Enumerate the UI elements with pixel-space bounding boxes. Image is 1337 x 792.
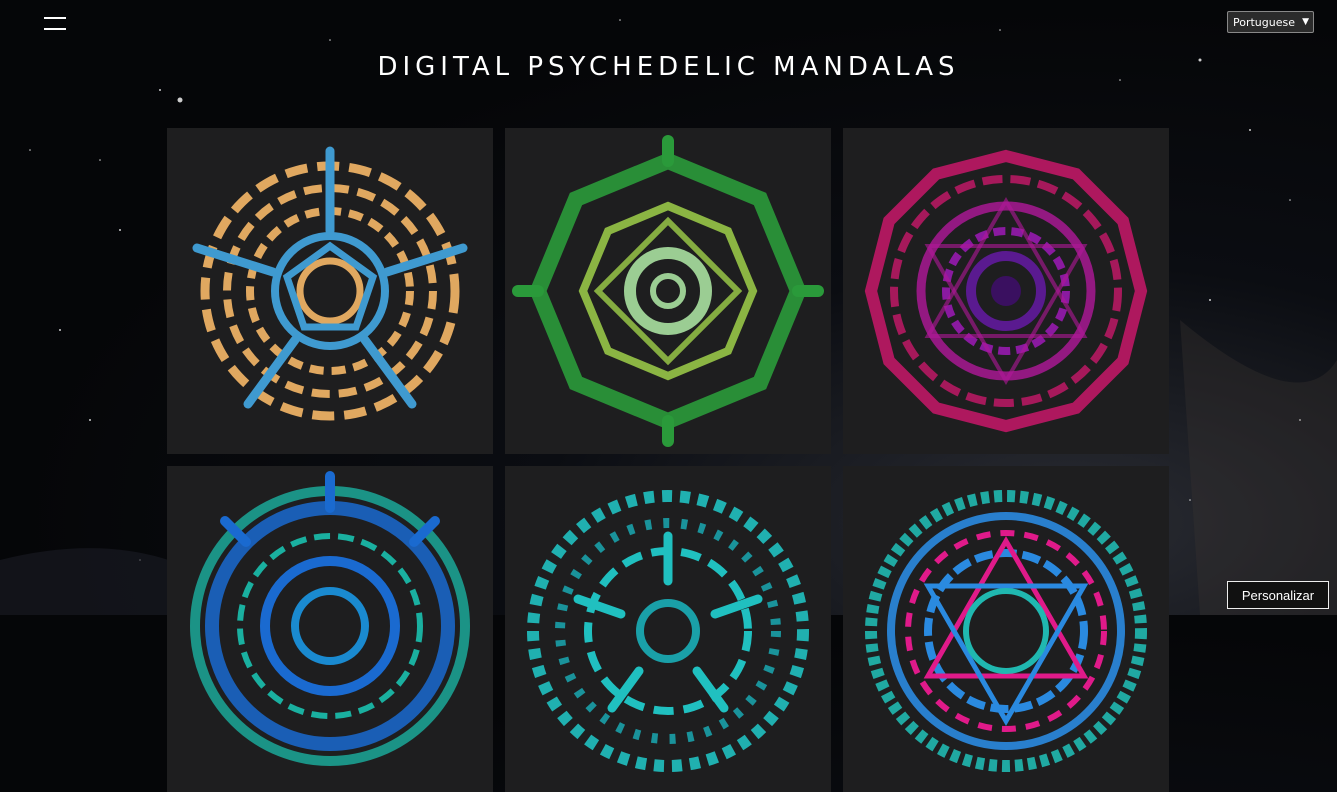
mandala-image xyxy=(192,146,468,421)
language-select[interactable]: Portuguese ▼ xyxy=(1227,11,1314,33)
mandala-tile[interactable] xyxy=(505,128,831,454)
language-select-value: Portuguese xyxy=(1233,15,1295,29)
mandala-tile[interactable] xyxy=(167,128,493,454)
mandala-tile[interactable] xyxy=(843,466,1169,792)
mandala-tile[interactable] xyxy=(843,128,1169,454)
mandala-gallery xyxy=(167,128,1169,792)
mandala-image xyxy=(527,490,809,772)
page-title: DIGITAL PSYCHEDELIC MANDALAS xyxy=(377,52,960,82)
personalize-button[interactable]: Personalizar xyxy=(1227,581,1329,609)
mandala-image xyxy=(864,149,1148,433)
hamburger-menu-icon[interactable] xyxy=(44,14,68,34)
mandala-tile[interactable] xyxy=(505,466,831,792)
mandala-image xyxy=(865,490,1147,772)
mandala-image xyxy=(190,471,470,766)
mandala-image xyxy=(512,135,824,447)
chevron-down-icon: ▼ xyxy=(1302,17,1309,27)
mandala-tile[interactable] xyxy=(167,466,493,792)
